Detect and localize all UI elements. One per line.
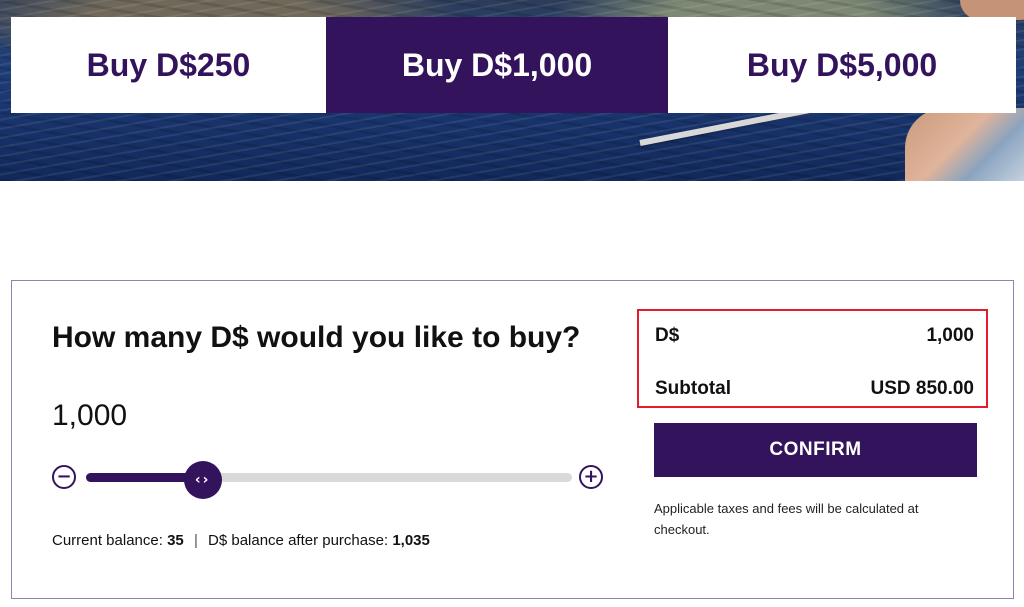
balance-info: Current balance: 35 | D$ balance after p… (52, 532, 430, 549)
summary-currency-value: 1,000 (926, 325, 974, 346)
current-balance-label: Current balance: (52, 532, 163, 549)
summary-currency-label: D$ (655, 325, 680, 346)
slider-track[interactable]: ‹› (86, 461, 572, 499)
current-balance-value: 35 (167, 532, 184, 549)
after-purchase-value: 1,035 (392, 532, 430, 549)
tab-buy-1000[interactable]: Buy D$1,000 (326, 17, 668, 113)
slider-thumb[interactable]: ‹› (183, 461, 222, 499)
after-purchase-label: D$ balance after purchase: (208, 532, 389, 549)
tab-buy-250[interactable]: Buy D$250 (11, 17, 326, 113)
confirm-button[interactable]: CONFIRM (654, 423, 977, 477)
hero-person-arm (905, 108, 1024, 181)
amount-tabs: Buy D$250 Buy D$1,000 Buy D$5,000 (11, 17, 1016, 113)
purchase-panel: How many D$ would you like to buy? 1,000… (11, 280, 1014, 599)
minus-circle-icon[interactable]: − (52, 465, 76, 489)
chevrons-left-right-icon: ‹› (194, 472, 211, 488)
summary-subtotal-value: USD 850.00 (870, 378, 974, 399)
summary-subtotal-label: Subtotal (655, 378, 731, 399)
plus-circle-icon[interactable]: + (579, 465, 603, 489)
summary-row-currency: D$ 1,000 (655, 325, 974, 347)
summary-row-subtotal: Subtotal USD 850.00 (655, 378, 974, 400)
tab-buy-5000[interactable]: Buy D$5,000 (668, 17, 1016, 113)
amount-slider: − ‹› + (52, 461, 608, 499)
tax-note: Applicable taxes and fees will be calcul… (654, 501, 919, 537)
order-summary-box: D$ 1,000 Subtotal USD 850.00 (637, 309, 988, 408)
amount-value: 1,000 (52, 399, 128, 432)
purchase-question-heading: How many D$ would you like to buy? (52, 321, 581, 354)
balance-separator: | (193, 532, 198, 549)
